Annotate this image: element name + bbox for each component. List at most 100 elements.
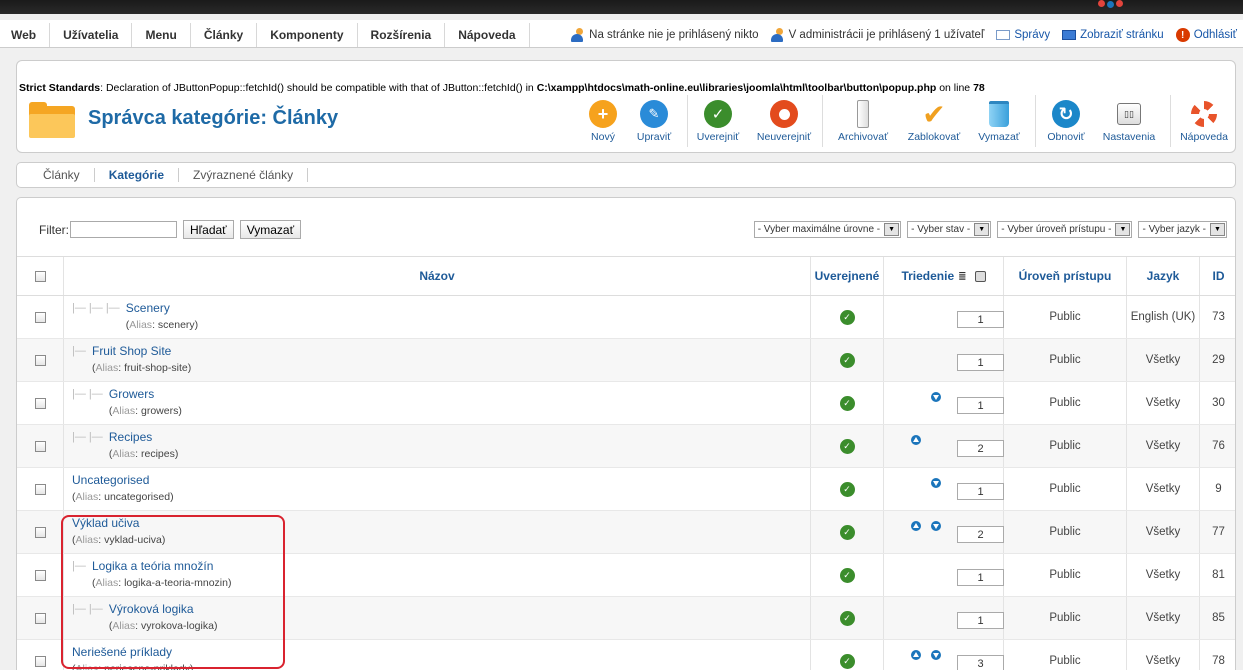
published-check-icon[interactable]: ✓ [839,438,855,454]
order-input[interactable]: 1 [957,612,1004,629]
order-up-icon[interactable] [911,435,921,445]
filter-bar: Filter: Hľadať Vymazať [39,220,302,239]
row-checkbox[interactable] [34,526,46,538]
category-title-link[interactable]: Výroková logika [109,602,218,617]
category-alias: (Alias: fruit-shop-site) [91,362,192,374]
category-title-link[interactable]: Uncategorised [72,473,174,488]
order-down-icon[interactable] [931,521,941,531]
unpublish-button[interactable]: Neuverejniť [754,99,814,145]
category-title-link[interactable]: Scenery [126,301,198,316]
category-title-link[interactable]: Výklad učiva [72,516,165,531]
ordering-cell: 2 [884,511,1004,553]
table-row: |— |— Výroková logika (Alias: vyrokova-lo… [17,597,1235,640]
trash-button[interactable]: Vymazať [975,99,1023,145]
published-cell: ✓ [811,597,884,639]
published-check-icon[interactable]: ✓ [839,309,855,325]
language-cell: Všetky [1127,597,1200,639]
chevron-down-icon: ▼ [1115,223,1131,236]
row-checkbox[interactable] [34,311,46,323]
category-list-panel: Filter: Hľadať Vymazať - Vyber maximálne… [16,197,1236,670]
clear-button[interactable]: Vymazať [239,220,302,239]
id-cell: 9 [1215,483,1222,495]
row-checkbox[interactable] [34,483,46,495]
access-cell: Public [1004,296,1127,338]
rebuild-button[interactable]: ↻ Obnoviť [1043,99,1089,145]
search-button[interactable]: Hľadať [183,220,234,239]
menu-item-5[interactable]: Rozšírenia [356,23,445,47]
row-checkbox[interactable] [34,397,46,409]
menu-item-3[interactable]: Články [189,23,256,47]
category-title-link[interactable]: Growers [109,387,182,402]
published-check-icon[interactable]: ✓ [839,610,855,626]
tab-articles[interactable]: Články [29,168,95,182]
tab-categories[interactable]: Kategórie [95,168,180,182]
order-input[interactable]: 1 [957,483,1004,500]
menu-item-2[interactable]: Menu [131,23,189,47]
new-button[interactable]: + Nový [586,99,620,145]
published-cell: ✓ [811,382,884,424]
category-title-link[interactable]: Neriešené príklady [72,645,193,660]
edit-button[interactable]: ✎ Upraviť [631,99,677,145]
order-input[interactable]: 3 [957,655,1004,670]
category-title-link[interactable]: Fruit Shop Site [92,344,191,359]
trash-icon [989,101,1009,127]
published-check-icon[interactable]: ✓ [839,481,855,497]
order-up-icon[interactable] [911,650,921,660]
access-select[interactable]: - Vyber úroveň prístupu - ▼ [997,221,1133,238]
column-title[interactable]: Názov [64,257,811,295]
order-input[interactable]: 2 [957,440,1004,457]
order-down-icon[interactable] [931,478,941,488]
access-cell: Public [1004,339,1127,381]
order-input[interactable]: 2 [957,526,1004,543]
order-down-icon[interactable] [931,392,941,402]
save-order-icon[interactable] [974,270,986,282]
access-cell: Public [1004,468,1127,510]
view-site-link[interactable]: Zobraziť stránku [1062,29,1164,41]
archive-button[interactable]: Archivovať [835,99,891,145]
options-button[interactable]: ▯▯ Nastavenia [1100,99,1158,145]
column-access[interactable]: Úroveň prístupu [1004,257,1127,295]
column-published[interactable]: Uverejnené [811,257,884,295]
help-button[interactable]: Nápoveda [1177,99,1231,145]
select-all-checkbox[interactable] [34,270,46,282]
language-cell: Všetky [1127,468,1200,510]
order-input[interactable]: 1 [957,311,1004,328]
tab-featured-articles[interactable]: Zvýraznené články [179,168,309,182]
column-id[interactable]: ID [1200,257,1235,295]
messages-link[interactable]: Správy [996,29,1050,41]
published-check-icon[interactable]: ✓ [839,352,855,368]
checkin-button[interactable]: ✔ Zablokovať [906,99,962,145]
order-input[interactable]: 1 [957,569,1004,586]
order-input[interactable]: 1 [957,397,1004,414]
logout-link[interactable]: ! Odhlásiť [1175,28,1237,42]
column-ordering[interactable]: Triedenie ≣ [884,257,1004,295]
filter-search-input[interactable] [70,221,177,238]
state-select[interactable]: - Vyber stav - ▼ [907,221,992,238]
publish-button[interactable]: ✓ Uverejniť [694,99,742,145]
column-language[interactable]: Jazyk [1127,257,1200,295]
table-row: |— Fruit Shop Site (Alias: fruit-shop-sit… [17,339,1235,382]
menu-item-0[interactable]: Web [8,23,49,47]
row-checkbox[interactable] [34,655,46,667]
menu-item-6[interactable]: Nápoveda [444,23,530,47]
unpublish-icon [770,100,798,128]
order-up-icon[interactable] [911,521,921,531]
row-checkbox-cell [17,296,64,338]
published-check-icon[interactable]: ✓ [839,567,855,583]
published-check-icon[interactable]: ✓ [839,653,855,669]
row-checkbox[interactable] [34,569,46,581]
order-input[interactable]: 1 [957,354,1004,371]
row-checkbox[interactable] [34,612,46,624]
menu-item-4[interactable]: Komponenty [256,23,356,47]
order-down-icon[interactable] [931,650,941,660]
max-levels-select[interactable]: - Vyber maximálne úrovne - ▼ [753,221,902,238]
row-checkbox[interactable] [34,354,46,366]
category-title-link[interactable]: Logika a teória množín [92,559,232,574]
menu-item-1[interactable]: Užívatelia [49,23,131,47]
language-select[interactable]: - Vyber jazyk - ▼ [1138,221,1227,238]
table-row: Výklad učiva (Alias: vyklad-uciva) ✓ 2 Publi… [17,511,1235,554]
published-check-icon[interactable]: ✓ [839,395,855,411]
row-checkbox[interactable] [34,440,46,452]
category-title-link[interactable]: Recipes [109,430,178,445]
published-check-icon[interactable]: ✓ [839,524,855,540]
